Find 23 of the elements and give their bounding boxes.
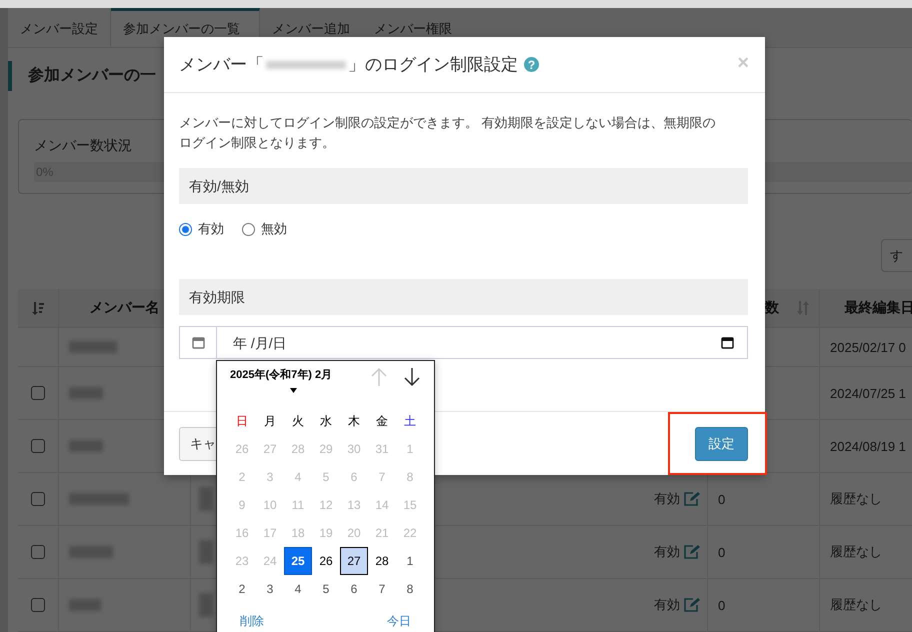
date-text: 履歴なし [830, 490, 882, 508]
count-text: 0 [718, 544, 726, 560]
panel-title: メンバー数状況 [34, 136, 132, 155]
date-text: 2025/02/17 0 [830, 340, 906, 354]
status-text: 有効 [654, 596, 680, 614]
date-text: 2024/08/19 1 [830, 438, 906, 454]
section-header: 有効/無効 [179, 168, 748, 204]
weekday-label: 木 [347, 412, 361, 430]
count-text: 0 [718, 598, 726, 612]
weekday-label: 火 [291, 412, 305, 430]
status-text: 有効 [654, 490, 680, 508]
weekday-label: 月 [263, 412, 277, 430]
weekday-label: 土 [403, 412, 417, 430]
weekday-label: 金 [375, 412, 389, 430]
date-text: 2024/07/25 1 [830, 386, 906, 400]
date-text: 履歴なし [830, 543, 882, 561]
status-text: 有効 [654, 543, 680, 561]
description-text: メンバーに対してログイン制限の設定ができます。 有効期限を設定しない場合は、無期限のログイン制限となります。 [179, 114, 717, 152]
count-text: 0 [718, 492, 726, 506]
weekday-label: 水 [319, 412, 333, 430]
weekday-label: 日 [235, 412, 249, 430]
date-text: 履歴なし [830, 596, 882, 614]
section-header: 有効期限 [179, 279, 748, 315]
